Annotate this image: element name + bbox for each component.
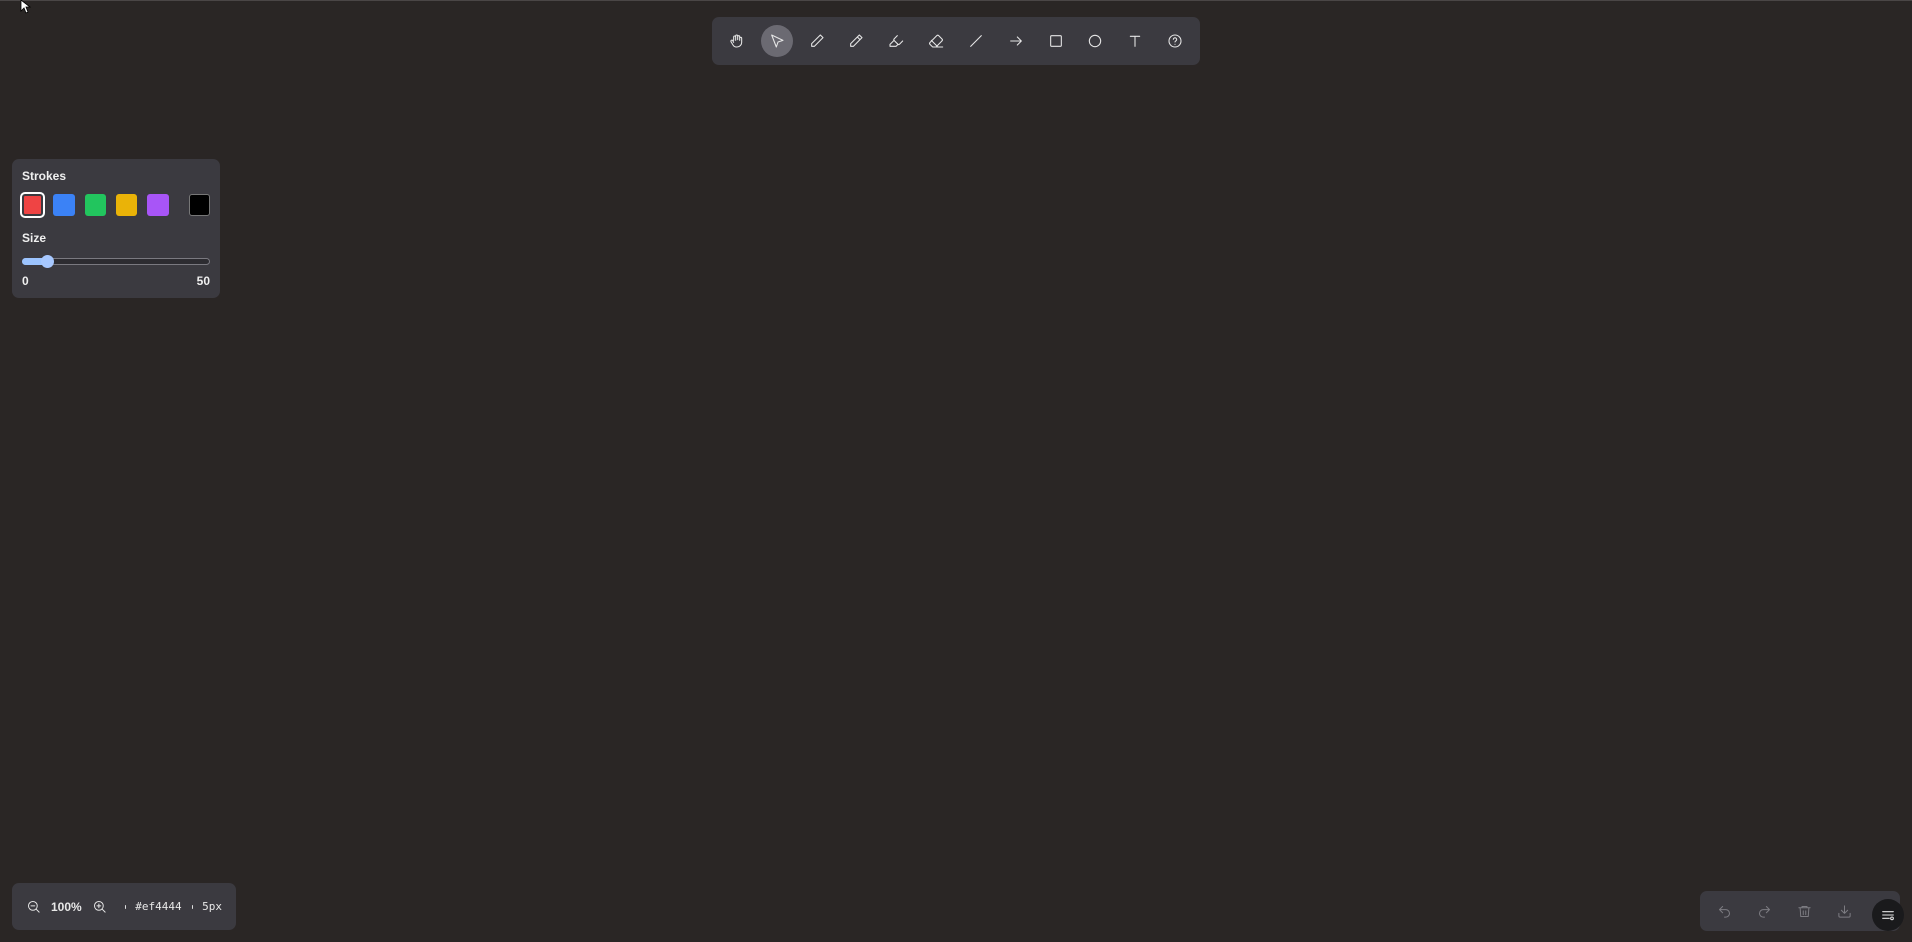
size-max-label: 50	[196, 274, 210, 288]
current-color-value: #ef4444	[135, 900, 182, 913]
redo-button[interactable]	[1748, 895, 1780, 927]
pencil-icon	[850, 34, 863, 47]
tool-toolbar	[712, 17, 1200, 65]
clear-button[interactable]	[1788, 895, 1820, 927]
color-swatch-purple[interactable]	[147, 194, 169, 216]
settings-button[interactable]	[1872, 899, 1904, 931]
rectangle-icon	[1049, 35, 1062, 47]
eraser-tool-button[interactable]	[920, 25, 952, 57]
trash-icon	[1797, 905, 1811, 917]
highlighter-icon	[889, 35, 904, 47]
redo-icon	[1758, 905, 1770, 918]
help-button[interactable]	[1159, 25, 1191, 57]
line-icon	[970, 35, 982, 47]
size-min-label: 0	[22, 274, 29, 288]
pen-tool-button[interactable]	[801, 25, 833, 57]
size-slider[interactable]	[22, 255, 210, 268]
drawing-canvas[interactable]	[0, 0, 1912, 942]
download-icon	[1837, 904, 1851, 918]
settings-icon	[1882, 911, 1894, 921]
zoom-out-button[interactable]	[26, 899, 41, 914]
circle-tool-button[interactable]	[1079, 25, 1111, 57]
color-swatch-black[interactable]	[188, 194, 210, 216]
color-swatch-red[interactable]	[19, 192, 46, 218]
zoom-in-button[interactable]	[92, 899, 107, 914]
arrow-icon	[1009, 36, 1022, 46]
download-button[interactable]	[1828, 895, 1860, 927]
strokes-title: Strokes	[22, 169, 67, 183]
eraser-icon	[929, 34, 944, 48]
line-tool-button[interactable]	[960, 25, 992, 57]
color-swatch-blue[interactable]	[53, 194, 75, 216]
zoom-level: 100%	[51, 899, 82, 914]
current-size-value: 5px	[202, 900, 222, 913]
text-icon	[1129, 35, 1141, 47]
size-range-labels: 0 50	[22, 274, 210, 288]
status-bar: 100% #ef4444 5px	[12, 883, 236, 930]
circle-icon	[1089, 34, 1102, 48]
hand-icon	[730, 34, 743, 48]
color-swatch-green[interactable]	[84, 194, 107, 216]
zoom-in-icon	[93, 901, 106, 913]
color-swatch-yellow[interactable]	[116, 194, 138, 216]
strokes-panel: Strokes Size 0 50	[12, 159, 220, 298]
pen-icon	[810, 34, 824, 47]
mouse-cursor-icon	[20, 0, 32, 14]
undo-icon	[1718, 905, 1730, 918]
help-icon	[1168, 34, 1182, 48]
separator-dot	[191, 904, 193, 909]
text-tool-button[interactable]	[1119, 25, 1151, 57]
undo-button[interactable]	[1708, 895, 1740, 927]
select-tool-button[interactable]	[760, 25, 793, 57]
rectangle-tool-button[interactable]	[1040, 25, 1072, 57]
arrow-tool-button[interactable]	[1000, 25, 1032, 57]
size-title: Size	[22, 231, 47, 245]
size-slider-thumb[interactable]	[40, 255, 54, 268]
history-actions	[1700, 891, 1900, 931]
select-icon	[770, 34, 784, 48]
highlighter-tool-button[interactable]	[880, 25, 912, 57]
pencil-tool-button[interactable]	[840, 25, 872, 57]
zoom-out-icon	[28, 901, 40, 913]
color-swatches	[19, 192, 210, 218]
hand-tool-button[interactable]	[721, 25, 753, 57]
separator-dot	[124, 904, 126, 909]
